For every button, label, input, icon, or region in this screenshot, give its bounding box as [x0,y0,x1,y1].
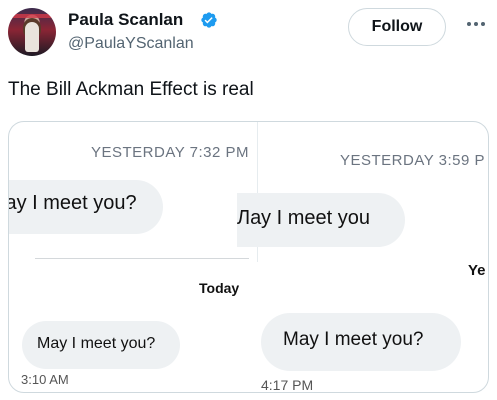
dot [481,22,485,26]
left-message-bubble-1: lay I meet you? [9,180,163,234]
more-options-icon[interactable] [465,18,487,30]
right-timestamp-header: YESTERDAY 3:59 P [340,152,486,169]
left-message-bubble-2: May I meet you? [22,321,180,369]
tweet-media-image[interactable]: YESTERDAY 7:32 PM lay I meet you? Today … [8,121,489,393]
follow-button[interactable]: Follow [348,8,446,46]
author-display-name[interactable]: Paula Scanlan [68,10,183,30]
avatar-figure [25,22,39,52]
left-timestamp-header: YESTERDAY 7:32 PM [91,144,250,161]
left-divider-line [35,258,249,259]
left-message-time: 3:10 AM [21,372,69,387]
today-label: Today [199,280,240,296]
dot [474,22,478,26]
author-handle[interactable]: @PaulaYScanlan [68,35,194,53]
verified-badge-icon [201,12,217,28]
right-message-bubble-2: May I meet you? [261,313,461,371]
right-message-bubble-1: Лау I meet you [237,193,405,247]
author-avatar[interactable] [8,8,56,56]
right-partial-label: Ye [468,262,486,279]
right-message-time: 4:17 PM [261,377,314,393]
dot [467,22,471,26]
tweet-text: The Bill Ackman Effect is real [8,79,254,100]
